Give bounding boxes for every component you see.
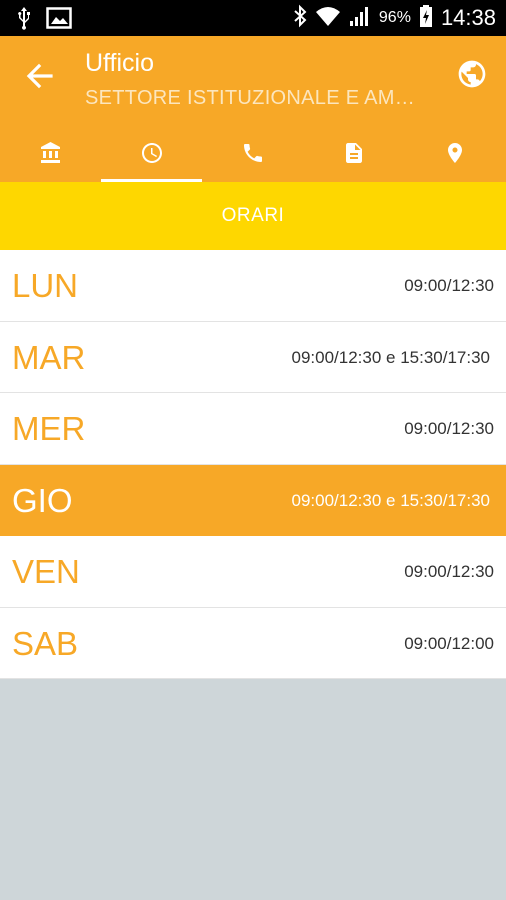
document-icon: [342, 141, 366, 169]
tab-bar: [0, 128, 506, 182]
status-bar: 96% 14:38: [0, 0, 506, 36]
schedule-row-lun[interactable]: LUN 09:00/12:30: [0, 250, 506, 322]
tab-contacts[interactable]: [202, 128, 303, 182]
hours-value: 09:00/12:30: [404, 419, 494, 438]
tab-location[interactable]: [405, 128, 506, 182]
schedule-list: LUN 09:00/12:30 MAR 09:00/12:30 e 15:30/…: [0, 250, 506, 679]
phone-icon: [241, 141, 265, 169]
hours-value: 09:00/12:30 e 15:30/17:30: [291, 347, 490, 367]
schedule-row-sab[interactable]: SAB 09:00/12:00: [0, 607, 506, 679]
hours-value: 09:00/12:00: [404, 633, 494, 653]
battery-percentage: 96%: [378, 9, 411, 26]
schedule-row-mar[interactable]: MAR 09:00/12:30 e 15:30/17:30: [0, 321, 506, 393]
location-pin-icon: [443, 141, 467, 169]
wifi-icon: [315, 4, 341, 32]
battery-icon: [419, 4, 433, 32]
clock-icon: [140, 141, 164, 169]
bluetooth-icon: [293, 4, 307, 32]
clock-time: 14:38: [440, 5, 496, 30]
hours-value: 09:00/12:30: [404, 276, 494, 295]
tab-hours[interactable]: [101, 128, 203, 182]
hours-value: 09:00/12:30 e 15:30/17:30: [291, 490, 490, 510]
section-title: ORARI: [221, 205, 285, 226]
hours-value: 09:00/12:30: [404, 562, 494, 581]
schedule-row-mer[interactable]: MER 09:00/12:30: [0, 393, 506, 465]
day-label: GIO: [12, 481, 73, 519]
section-header: ORARI: [0, 182, 506, 250]
bank-icon: [39, 141, 63, 169]
tab-office-info[interactable]: [0, 128, 101, 182]
image-icon: [46, 7, 72, 33]
app-bar: Ufficio SETTORE ISTITUZIONALE E AM…: [0, 36, 506, 182]
day-label: MAR: [12, 338, 86, 376]
page-title: Ufficio: [85, 49, 155, 77]
page-subtitle: SETTORE ISTITUZIONALE E AM…: [85, 87, 416, 109]
schedule-row-gio[interactable]: GIO 09:00/12:30 e 15:30/17:30: [0, 464, 506, 536]
schedule-row-ven[interactable]: VEN 09:00/12:30: [0, 536, 506, 608]
signal-icon: [349, 4, 371, 32]
back-arrow-icon[interactable]: [24, 60, 56, 92]
day-label: VEN: [12, 553, 80, 590]
tab-documents[interactable]: [304, 128, 405, 182]
day-label: LUN: [12, 267, 79, 304]
day-label: MER: [12, 410, 86, 447]
usb-icon: [16, 6, 32, 34]
globe-icon[interactable]: [456, 58, 488, 90]
day-label: SAB: [12, 624, 79, 662]
